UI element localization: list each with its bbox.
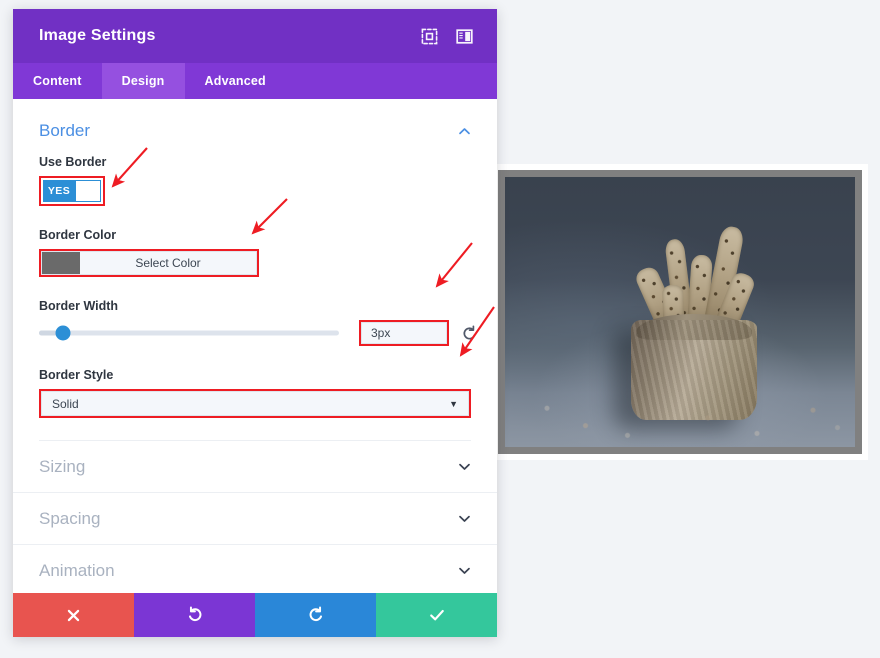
image-preview-photo — [505, 177, 855, 447]
use-border-toggle[interactable]: YES — [43, 180, 101, 202]
border-color-swatch[interactable] — [42, 252, 80, 274]
tab-advanced[interactable]: Advanced — [185, 63, 286, 99]
spacing-section-label: Spacing — [39, 508, 101, 528]
image-preview-border — [498, 170, 862, 454]
border-style-value: Solid — [52, 396, 79, 411]
slider-handle[interactable] — [55, 325, 71, 341]
checkmark-icon — [428, 606, 446, 624]
image-preview-container — [492, 164, 868, 460]
border-width-label: Border Width — [39, 299, 119, 313]
use-border-label: Use Border — [39, 155, 107, 169]
save-button[interactable] — [376, 593, 497, 637]
border-color-picker[interactable]: Select Color — [41, 251, 257, 275]
border-style-field: Border Style Solid ▼ — [39, 368, 471, 418]
chevron-up-icon[interactable] — [458, 125, 471, 138]
panel-header: Image Settings — [13, 9, 497, 63]
border-style-select[interactable]: Solid ▼ — [41, 391, 469, 416]
page-title: Image Settings — [39, 27, 156, 44]
sidebar-item-spacing[interactable]: Spacing — [13, 493, 497, 545]
use-border-field: Use Border YES — [39, 155, 471, 206]
cancel-button[interactable] — [13, 593, 134, 637]
border-style-label: Border Style — [39, 368, 114, 382]
tab-content[interactable]: Content — [13, 63, 102, 99]
undo-arrow-icon — [186, 606, 204, 624]
toggle-knob — [75, 180, 101, 202]
photo-paper-bag — [631, 314, 757, 420]
image-settings-panel: Image Settings Content Design Advanced B… — [13, 9, 497, 637]
sidebar-item-animation[interactable]: Animation — [13, 545, 497, 593]
chevron-down-icon[interactable]: ▼ — [449, 399, 458, 409]
chevron-down-icon[interactable] — [458, 460, 471, 473]
slider-track — [39, 330, 339, 336]
sizing-section-label: Sizing — [39, 456, 86, 476]
use-border-toggle-value: YES — [43, 180, 75, 202]
redo-arrow-icon — [307, 606, 325, 624]
header-icon-group — [421, 28, 481, 45]
panel-body: Border Use Border YES Border Color Selec… — [13, 99, 497, 593]
border-style-highlight: Solid ▼ — [39, 389, 471, 418]
border-width-input[interactable]: 3px — [361, 322, 447, 344]
sidebar-item-sizing[interactable]: Sizing — [13, 441, 497, 493]
use-border-highlight: YES — [39, 176, 105, 206]
chevron-down-icon[interactable] — [458, 564, 471, 577]
border-width-highlight: 3px — [359, 320, 449, 346]
tab-design[interactable]: Design — [101, 63, 185, 99]
reset-undo-icon[interactable] — [461, 324, 478, 342]
chevron-down-icon[interactable] — [458, 512, 471, 525]
border-width-slider[interactable] — [39, 325, 339, 341]
redo-button[interactable] — [255, 593, 376, 637]
border-color-label: Border Color — [39, 228, 117, 242]
panel-footer — [13, 593, 497, 637]
border-width-row: 3px — [39, 320, 476, 346]
border-section-header[interactable]: Border — [39, 121, 471, 155]
border-color-field: Border Color Select Color — [39, 228, 471, 277]
border-section-title: Border — [39, 121, 91, 140]
border-section: Border Use Border YES Border Color Selec… — [13, 99, 497, 441]
select-color-button[interactable]: Select Color — [80, 252, 256, 274]
app-root: Image Settings Content Design Advanced B… — [0, 0, 880, 658]
tab-bar: Content Design Advanced — [13, 63, 497, 99]
border-width-field: Border Width 3px — [39, 299, 476, 346]
border-color-highlight: Select Color — [39, 249, 259, 277]
focus-expand-icon[interactable] — [421, 28, 438, 45]
panel-layout-icon[interactable] — [456, 28, 473, 45]
close-x-icon — [65, 607, 82, 624]
animation-section-label: Animation — [39, 560, 115, 580]
undo-button[interactable] — [134, 593, 255, 637]
